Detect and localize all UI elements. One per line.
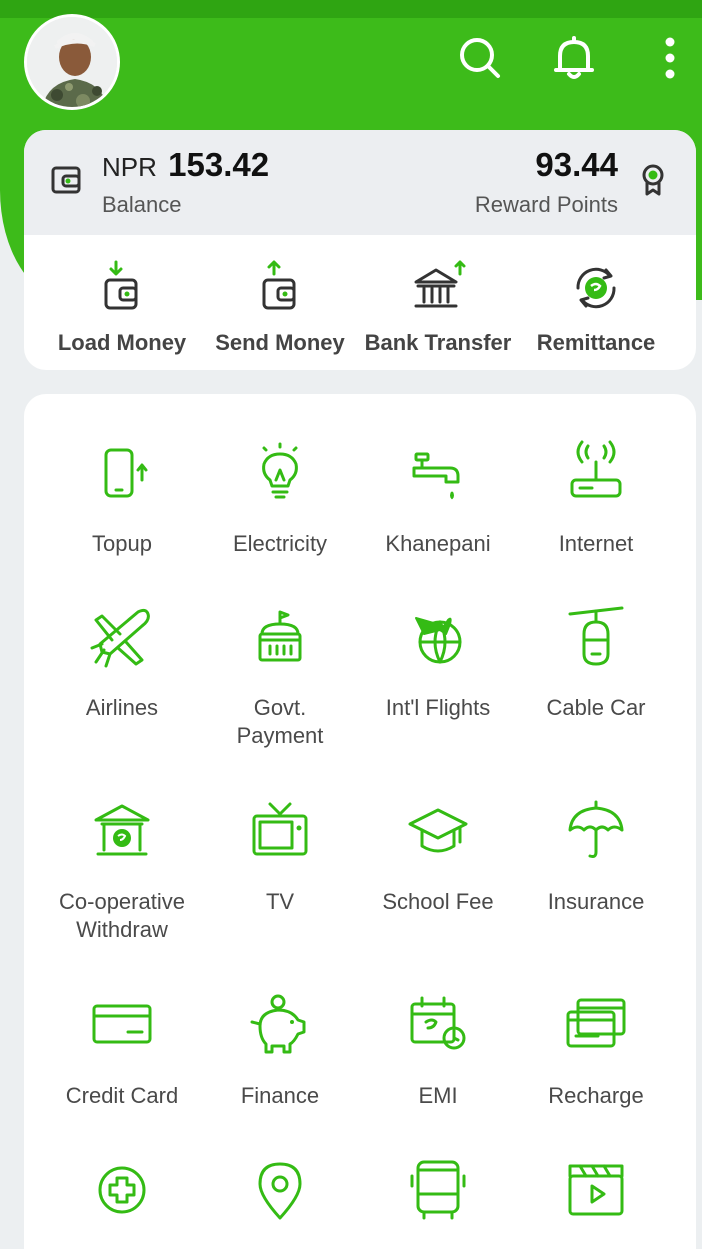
bank-transfer-button[interactable]: Bank Transfer [358, 250, 518, 360]
airplane-icon [90, 608, 150, 668]
status-bar [0, 0, 702, 18]
remittance-button[interactable]: Remittance [516, 250, 676, 360]
tv-icon [252, 802, 308, 856]
service-label: Credit Card [65, 1083, 179, 1108]
send-money-icon [262, 260, 296, 310]
send-money-button[interactable]: Send Money [200, 250, 360, 360]
load-money-button[interactable]: Load Money [42, 250, 202, 360]
water-tap-icon [412, 452, 460, 500]
bell-icon[interactable] [548, 32, 600, 84]
phone-topup-icon [104, 448, 148, 498]
service-khanepani[interactable]: Khanepani [358, 440, 518, 560]
service-govt-payment[interactable]: Govt. Payment [200, 604, 360, 754]
medal-icon[interactable] [638, 162, 668, 198]
remittance-icon [576, 267, 616, 309]
load-money-icon [104, 260, 138, 310]
service-label: EMI [418, 1083, 458, 1108]
balance-summary: NPR 153.42 Balance 93.44 Reward Points [24, 130, 696, 235]
service-school-fee[interactable]: School Fee [358, 798, 518, 948]
service-cable-car[interactable]: Cable Car [516, 604, 676, 754]
credit-card-icon [92, 1004, 152, 1044]
bank-transfer-label: Bank Transfer [364, 330, 512, 355]
service-label: Electricity [232, 531, 328, 556]
service-label: Recharge [548, 1083, 644, 1108]
service-tv[interactable]: TV [200, 798, 360, 948]
balance-line: NPR 153.42 [102, 146, 269, 184]
service-credit-card[interactable]: Credit Card [42, 992, 202, 1112]
cable-car-icon [568, 606, 624, 666]
avatar[interactable] [24, 14, 120, 110]
cooperative-icon [94, 804, 150, 856]
service-location[interactable] [200, 1156, 360, 1236]
globe-plane-icon [415, 617, 462, 664]
send-money-label: Send Money [215, 330, 345, 355]
load-money-label: Load Money [57, 330, 187, 355]
service-insurance[interactable]: Insurance [516, 798, 676, 948]
bus-icon [410, 1160, 466, 1220]
bank-transfer-icon [414, 260, 466, 308]
service-label: Finance [240, 1083, 320, 1108]
service-intl-flights[interactable]: Int'l Flights [358, 604, 518, 754]
service-electricity[interactable]: Electricity [200, 440, 360, 560]
balance-card: NPR 153.42 Balance 93.44 Reward Points L… [24, 130, 696, 370]
calendar-clock-icon [410, 996, 466, 1050]
router-icon [570, 440, 622, 498]
wallet-icon [51, 166, 81, 194]
service-label: Int'l Flights [385, 695, 491, 720]
umbrella-icon [568, 800, 624, 858]
balance-amount: 153.42 [168, 146, 270, 183]
medical-plus-icon [98, 1166, 146, 1214]
search-icon[interactable] [454, 32, 506, 84]
reward-points-label: Reward Points [474, 192, 618, 217]
government-icon [258, 610, 302, 662]
service-finance[interactable]: Finance [200, 992, 360, 1112]
location-pin-icon [258, 1162, 302, 1220]
service-medical[interactable] [42, 1156, 202, 1236]
service-topup[interactable]: Topup [42, 440, 202, 560]
service-emi[interactable]: EMI [358, 992, 518, 1112]
service-airlines[interactable]: Airlines [42, 604, 202, 754]
bulb-icon [262, 442, 298, 499]
piggy-bank-icon [250, 994, 306, 1054]
service-label: Topup [92, 531, 152, 556]
reward-points-value[interactable]: 93.44 [535, 146, 618, 184]
service-label: TV [265, 889, 295, 914]
services-card: Topup Electricity Khanepani Internet Air… [24, 394, 696, 1249]
service-recharge[interactable]: Recharge [516, 992, 676, 1112]
service-movies[interactable] [516, 1156, 676, 1236]
service-label: Khanepani [385, 531, 491, 556]
service-label: Cable Car [546, 695, 646, 720]
balance-label: Balance [102, 192, 182, 217]
service-label: Insurance [547, 889, 645, 914]
balance-currency: NPR [102, 152, 157, 182]
service-internet[interactable]: Internet [516, 440, 676, 560]
service-label: School Fee [382, 889, 494, 914]
graduation-cap-icon [408, 808, 468, 853]
movie-clapper-icon [568, 1164, 624, 1216]
recharge-cards-icon [566, 998, 626, 1048]
service-label: Co-operative Withdraw [59, 889, 185, 942]
service-cooperative-withdraw[interactable]: Co-operative Withdraw [42, 798, 202, 948]
service-label: Govt. Payment [236, 695, 324, 748]
remittance-label: Remittance [536, 330, 656, 355]
more-vertical-icon[interactable] [644, 32, 696, 84]
service-label: Internet [558, 531, 634, 556]
service-label: Airlines [85, 695, 159, 720]
service-bus[interactable] [358, 1156, 518, 1236]
